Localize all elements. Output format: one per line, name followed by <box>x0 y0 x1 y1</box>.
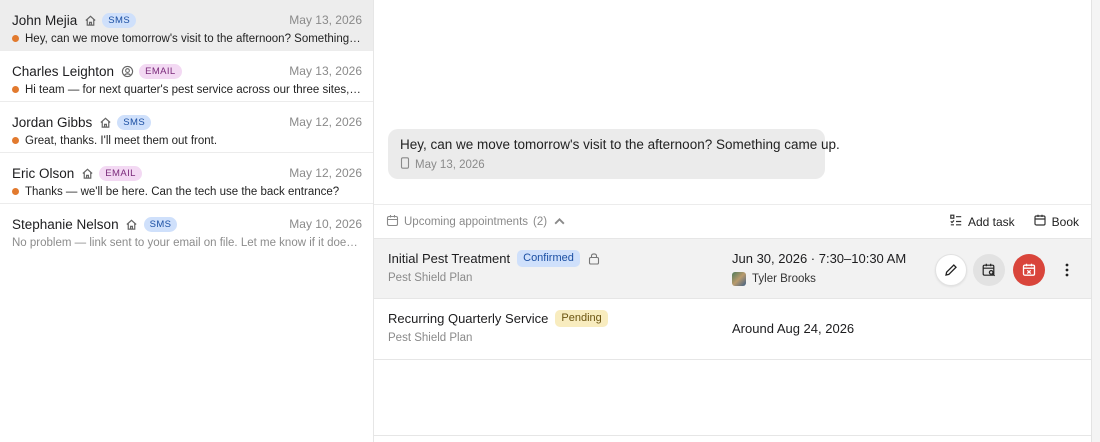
appointment-time: Around Aug 24, 2026 <box>732 321 855 336</box>
home-icon <box>80 166 94 180</box>
appointments-header: Upcoming appointments (2) Add task Book <box>374 205 1091 238</box>
add-task-label: Add task <box>967 214 1015 229</box>
user-circle-icon <box>120 64 134 78</box>
conversation-item[interactable]: John Mejia SMS May 13, 2026 Hey, can we … <box>0 0 373 51</box>
channel-badge: SMS <box>143 216 178 232</box>
appointment-row[interactable]: Initial Pest Treatment Confirmed Pest Sh… <box>374 238 1091 299</box>
message-preview: Thanks — we'll be here. Can the tech use… <box>25 185 340 198</box>
calendar-search-icon <box>982 263 996 277</box>
unread-dot <box>12 188 19 195</box>
conversation-date: May 13, 2026 <box>289 13 362 27</box>
phone-icon <box>400 157 415 172</box>
message-preview: Great, thanks. I'll meet them out front. <box>25 134 218 147</box>
message-preview: Hi team — for next quarter's pest servic… <box>25 83 362 96</box>
conversation-pane: Hey, can we move tomorrow's visit to the… <box>374 0 1091 442</box>
unread-dot <box>12 35 19 42</box>
more-options-button[interactable] <box>1060 259 1074 281</box>
conversation-item[interactable]: Jordan Gibbs SMS May 12, 2026 Great, tha… <box>0 102 373 153</box>
contact-name: Charles Leighton <box>12 63 115 79</box>
status-badge: Pending <box>555 309 608 327</box>
conversation-date: May 10, 2026 <box>289 217 362 231</box>
conversation-date: May 12, 2026 <box>289 166 362 180</box>
appointment-title: Initial Pest Treatment <box>388 250 511 266</box>
edit-button[interactable] <box>935 254 967 286</box>
contact-name: Jordan Gibbs <box>12 114 93 130</box>
conversation-item[interactable]: Stephanie Nelson SMS May 10, 2026 No pro… <box>0 204 373 255</box>
appointment-title: Recurring Quarterly Service <box>388 310 549 326</box>
home-icon <box>83 13 97 27</box>
avatar <box>732 272 746 286</box>
channel-badge: EMAIL <box>99 165 142 181</box>
appointment-time: Jun 30, 2026 · 7:30–10:30 AM <box>732 251 907 266</box>
book-button[interactable]: Book <box>1034 214 1079 229</box>
conversation-date: May 12, 2026 <box>289 115 362 129</box>
book-label: Book <box>1051 214 1079 229</box>
calendar-plus-icon <box>1034 214 1052 229</box>
calendar-icon <box>386 214 404 230</box>
cancel-appointment-button[interactable] <box>1013 254 1045 286</box>
status-badge: Confirmed <box>517 249 580 267</box>
message-date: May 13, 2026 <box>415 158 485 171</box>
appointment-row[interactable]: Recurring Quarterly Service Pending Pest… <box>374 299 1091 360</box>
conversation-item[interactable]: Eric Olson EMAIL May 12, 2026 Thanks — w… <box>0 153 373 204</box>
reschedule-button[interactable] <box>973 254 1005 286</box>
message-bubble: Hey, can we move tomorrow's visit to the… <box>388 129 840 179</box>
channel-badge: SMS <box>117 114 152 130</box>
contact-name: Eric Olson <box>12 165 75 181</box>
technician: Tyler Brooks <box>732 272 816 286</box>
home-icon <box>125 217 139 231</box>
calendar-x-icon <box>1022 263 1036 276</box>
conversation-item[interactable]: Charles Leighton EMAIL May 13, 2026 Hi t… <box>0 51 373 102</box>
appointments-toggle[interactable]: Upcoming appointments (2) <box>386 214 571 230</box>
unread-dot <box>12 137 19 144</box>
task-list-icon <box>950 214 968 229</box>
divider <box>374 435 1091 436</box>
lock-icon <box>588 252 599 265</box>
kebab-icon <box>1065 263 1069 277</box>
message-preview: No problem — link sent to your email on … <box>12 236 362 249</box>
conversation-date: May 13, 2026 <box>289 64 362 78</box>
contact-name: John Mejia <box>12 12 78 28</box>
technician-name: Tyler Brooks <box>752 273 816 285</box>
pencil-icon <box>945 264 957 276</box>
conversation-list: John Mejia SMS May 13, 2026 Hey, can we … <box>0 0 374 442</box>
message-preview: Hey, can we move tomorrow's visit to the… <box>25 32 362 45</box>
contact-name: Stephanie Nelson <box>12 216 119 232</box>
appointments-section: Upcoming appointments (2) Add task Book … <box>374 204 1091 360</box>
appointments-label: Upcoming appointments <box>404 215 529 228</box>
chevron-up-icon <box>554 218 565 225</box>
message-text: Hey, can we move tomorrow's visit to the… <box>400 137 840 152</box>
add-task-button[interactable]: Add task <box>950 214 1015 229</box>
channel-badge: SMS <box>102 12 137 28</box>
scrollbar[interactable] <box>1091 0 1100 442</box>
appointments-count: (2) <box>533 215 548 228</box>
unread-dot <box>12 86 19 93</box>
home-icon <box>98 115 112 129</box>
channel-badge: EMAIL <box>139 63 182 79</box>
